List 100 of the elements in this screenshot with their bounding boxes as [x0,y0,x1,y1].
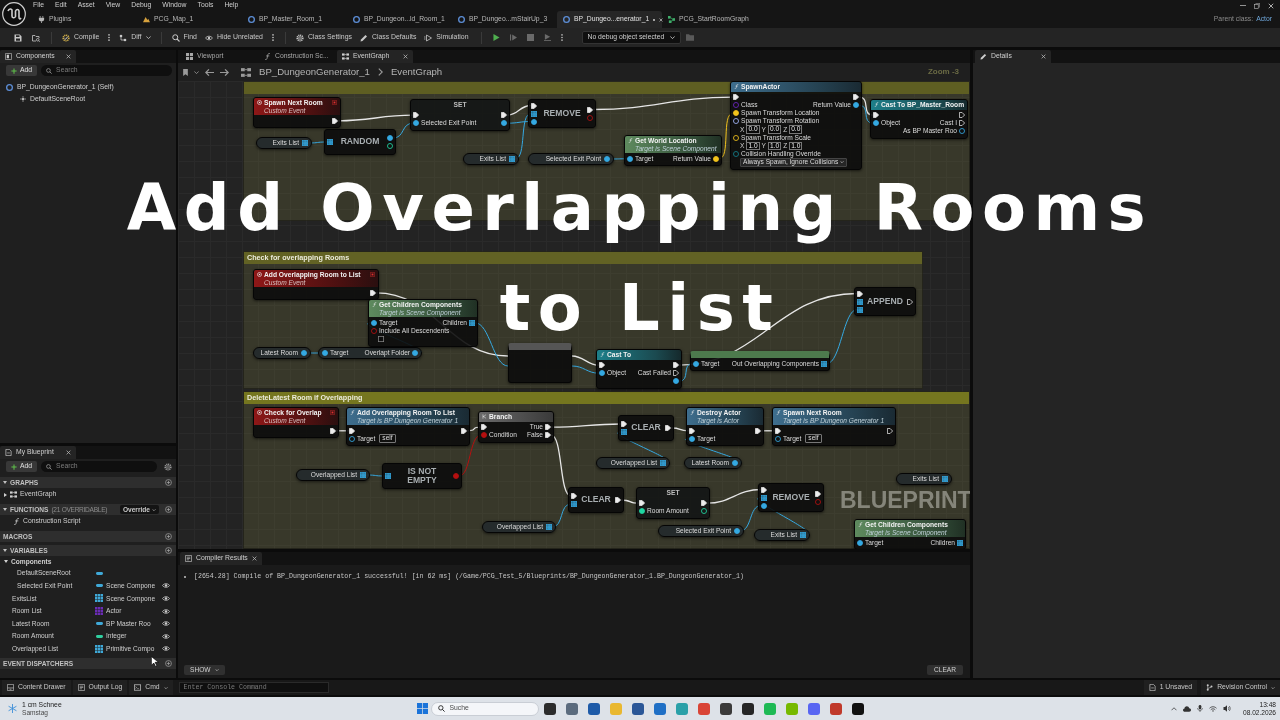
restore-icon[interactable] [1254,2,1260,9]
caret-icon[interactable] [194,70,199,74]
wifi-icon[interactable] [1209,705,1217,712]
crosshair-icon [20,96,26,102]
app-icon[interactable] [719,702,732,715]
close-icon[interactable] [251,556,257,561]
close-icon[interactable] [1041,54,1046,59]
eye-icon[interactable] [162,608,170,614]
eye-icon[interactable] [162,621,170,627]
eye-icon[interactable] [162,583,170,589]
microphone-icon[interactable] [1197,705,1203,712]
kebab-icon[interactable] [271,34,274,41]
speaker-icon[interactable] [1223,705,1231,712]
bookmark-icon[interactable] [183,68,188,76]
forward-arrow-icon[interactable] [220,68,229,76]
plus-icon [11,67,17,74]
search-icon [437,705,445,712]
drawer-icon [7,684,14,691]
branch-icon [1206,684,1214,691]
caret-icon [670,36,676,39]
ring-icon [6,83,13,91]
nodes-icon [241,67,251,77]
delegate-pin-icon [332,100,337,105]
close-icon[interactable] [659,17,664,22]
close-icon[interactable] [1268,2,1274,9]
zoom-level: Zoom -3 [927,67,960,77]
diff-icon [119,33,128,42]
ring-icon [353,16,360,23]
logo-icon[interactable] [2,2,26,26]
play-outline-icon [424,33,433,42]
document-icon [1148,684,1156,691]
checkbox[interactable] [378,336,384,343]
log-icon [185,555,192,562]
mountain-icon [143,16,150,23]
event-icon [257,272,262,277]
add-circle-icon[interactable] [165,479,172,486]
function-icon [600,352,605,357]
eye-icon[interactable] [162,596,170,601]
close-icon[interactable] [66,54,71,59]
function-icon [734,84,739,89]
search-icon [171,33,180,42]
eye-icon[interactable] [162,633,170,639]
function-icon [372,302,377,307]
delegate-pin-icon [370,272,375,277]
play-icon[interactable] [492,34,500,41]
caret-icon [152,508,156,511]
caret-icon [840,161,845,164]
eye-icon[interactable] [162,646,170,652]
gear-icon [295,33,304,42]
breadcrumb-link[interactable]: EventGraph [390,66,443,78]
pencil-icon [980,53,987,60]
kebab-icon[interactable] [108,34,111,41]
delegate-pin-icon [330,410,335,415]
document-icon [5,449,12,456]
node-title: CLEAR [630,423,662,433]
function-icon [776,410,781,415]
search-icon [46,463,53,470]
gear-check-icon [62,33,70,42]
floppy-icon[interactable] [14,33,22,42]
ring-icon [458,16,465,23]
app-icon[interactable] [543,702,556,715]
folder-search-icon[interactable] [32,33,40,42]
function-icon [874,102,879,107]
overlay-title: to List [499,276,781,346]
overlay-title: Add Overlapping Rooms [126,176,1154,246]
branch-icon [482,414,487,419]
add-circle-icon[interactable] [165,660,172,668]
function-icon [264,53,271,60]
close-icon[interactable] [66,450,71,455]
function-icon [690,410,695,415]
gear-icon[interactable] [164,462,172,471]
four-squares-icon[interactable] [416,703,428,714]
add-circle-icon[interactable] [165,547,172,554]
node-title: REMOVE [771,493,811,502]
plus-icon [11,463,17,470]
chevron-right-icon [377,68,383,76]
grid-icon [186,53,193,60]
ring-icon [563,16,570,23]
close-icon[interactable] [403,54,408,59]
node-title: REMOVE [542,109,582,118]
add-circle-icon[interactable] [165,506,172,513]
breadcrumb-link[interactable]: BP_DungeonGenerator_1 [259,66,370,78]
kebab-icon[interactable] [560,34,563,41]
nodes-icon [342,53,349,60]
add-circle-icon[interactable] [165,533,172,540]
search-icon [46,67,53,74]
graph-icon [668,16,675,23]
ring-icon [248,16,255,23]
graph-node [508,343,572,383]
node-title: APPEND [866,297,904,306]
node-title: RANDOM [339,137,381,147]
app-icon[interactable] [741,702,754,715]
back-arrow-icon[interactable] [205,68,214,76]
cloud-icon[interactable] [1183,705,1191,712]
node-title: CLEAR [580,495,612,505]
app-icon[interactable] [851,702,864,715]
caret-icon [214,669,219,671]
chevron-up-icon[interactable] [1171,706,1177,711]
event-icon [257,410,262,415]
pencil-icon [359,33,368,42]
